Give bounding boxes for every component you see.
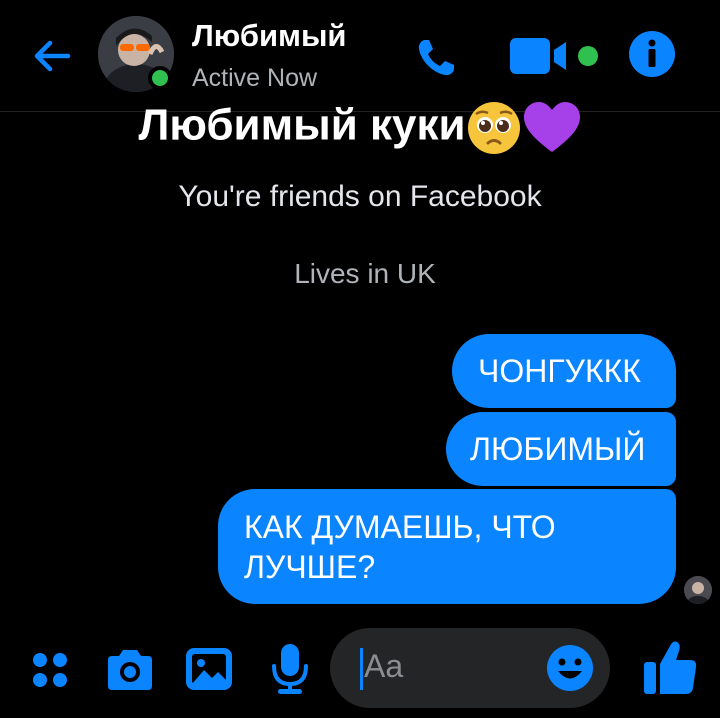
message-text: ЛЮБИМЫЙ [470,431,646,467]
video-active-indicator [578,46,598,66]
profile-name-text: Любимый куки [138,100,466,150]
message-bubble[interactable]: КАК ДУМАЕШЬ, ЧТО ЛУЧШЕ? [218,489,676,604]
message-bubble[interactable]: ЧОНГУККК [452,334,676,408]
message-bubble[interactable]: ЛЮБИМЫЙ [446,412,676,486]
emoji-icon[interactable] [546,644,594,692]
seen-receipt-avatar [684,576,712,604]
gallery-icon[interactable] [184,646,234,692]
video-camera-icon[interactable] [508,34,572,78]
thumbs-up-icon[interactable] [642,638,698,696]
chat-header: Любимый Active Now [0,0,720,112]
camera-icon[interactable] [104,646,156,694]
message-composer: Aa [0,620,720,718]
contact-status: Active Now [192,64,318,92]
online-indicator [148,66,172,90]
friends-status-text: You're friends on Facebook [178,180,542,213]
menu-dots-icon[interactable] [30,650,70,690]
message-text: КАК ДУМАЕШЬ, ЧТО ЛУЧШЕ? [244,509,556,585]
purple-heart-emoji [523,102,580,152]
message-input-placeholder: Aa [364,648,404,684]
microphone-icon[interactable] [270,642,310,696]
text-cursor [360,648,363,690]
back-arrow-icon[interactable] [28,32,76,80]
message-input[interactable]: Aa [330,628,610,708]
profile-display-name: Любимый куки [0,100,720,156]
pleading-face-emoji [467,102,520,154]
location-text: Lives in UK [294,258,436,289]
info-icon[interactable] [628,30,676,78]
phone-icon[interactable] [412,34,460,82]
contact-name[interactable]: Любимый [192,18,347,54]
message-text: ЧОНГУККК [478,353,641,389]
